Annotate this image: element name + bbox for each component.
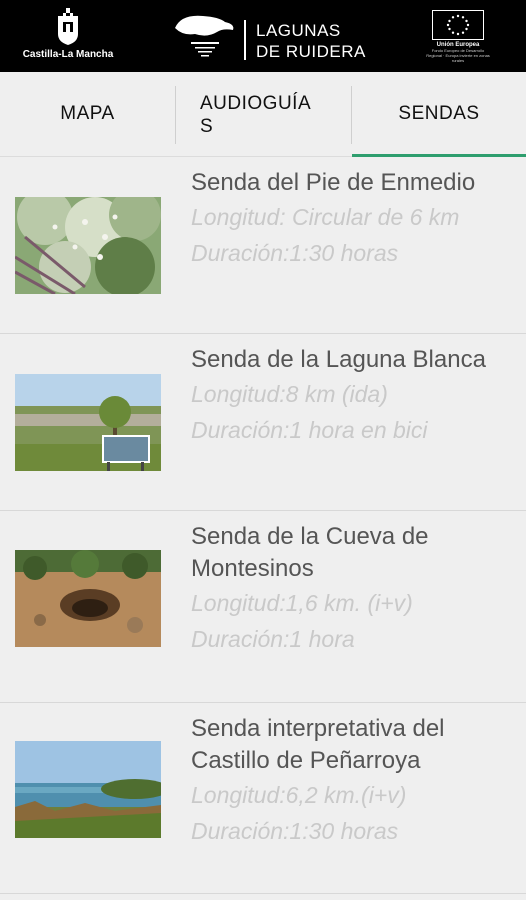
ruidera-emblem-icon	[173, 12, 237, 69]
item-length: Longitud:1,6 km. (i+v)	[191, 590, 413, 616]
tab-audioguias-label-line2: S	[200, 116, 214, 137]
title-line-1: LAGUNAS	[256, 21, 341, 40]
tab-bar: MAPA AUDIOGUÍA S SENDAS	[0, 72, 526, 157]
tab-mapa[interactable]: MAPA	[0, 72, 175, 156]
sendas-list: Senda del Pie de Enmedio Longitud: Circu…	[0, 157, 526, 894]
item-title: Senda de la Laguna Blanca	[191, 346, 486, 373]
list-item[interactable]: Senda del Pie de Enmedio Longitud: Circu…	[0, 157, 526, 334]
item-title: Senda de la Cueva de Montesinos	[191, 523, 429, 582]
header-divider	[244, 20, 246, 60]
flowering-shrub-photo	[15, 197, 161, 294]
item-text: Senda interpretativa del Castillo de Peñ…	[191, 713, 518, 849]
field-with-tree-and-sign-photo	[15, 374, 161, 471]
tab-audioguias-label-line1: AUDIOGUÍA	[200, 93, 312, 114]
castilla-la-mancha-text: Castilla-La Mancha	[22, 49, 114, 60]
item-title: Senda del Pie de Enmedio	[191, 169, 476, 196]
list-item[interactable]: Senda de la Cueva de Montesinos Longitud…	[0, 511, 526, 703]
item-text: Senda de la Laguna Blanca Longitud:8 km …	[191, 344, 518, 448]
item-duration: Duración:1 hora	[191, 626, 355, 652]
item-text: Senda de la Cueva de Montesinos Longitud…	[191, 521, 518, 657]
cave-entrance-photo	[15, 550, 161, 647]
lagunas-de-ruidera-title: LAGUNAS DE RUIDERA	[256, 20, 366, 62]
lake-with-vegetation-photo	[15, 741, 161, 838]
list-item[interactable]: Senda interpretativa del Castillo de Peñ…	[0, 703, 526, 894]
app-header: Castilla-La Mancha LAGUNAS DE RUIDERA Un…	[0, 0, 526, 72]
title-line-2: DE RUIDERA	[256, 42, 366, 61]
tab-audioguias[interactable]: AUDIOGUÍA S	[176, 72, 351, 156]
eu-logo: Unión Europea Fondo Europeo de Desarroll…	[424, 10, 492, 63]
eu-subtext: Fondo Europeo de Desarrollo Regional · E…	[426, 48, 490, 63]
item-length: Longitud: Circular de 6 km	[191, 204, 460, 230]
item-duration: Duración:1 hora en bici	[191, 417, 428, 443]
item-duration: Duración:1:30 horas	[191, 240, 399, 266]
tab-sendas[interactable]: SENDAS	[352, 72, 526, 156]
item-title: Senda interpretativa del Castillo de Peñ…	[191, 715, 445, 774]
item-duration: Duración:1:30 horas	[191, 818, 399, 844]
item-text: Senda del Pie de Enmedio Longitud: Circu…	[191, 167, 518, 271]
eu-flag-icon	[432, 10, 484, 40]
item-length: Longitud:8 km (ida)	[191, 381, 388, 407]
list-item[interactable]: Senda de la Laguna Blanca Longitud:8 km …	[0, 334, 526, 511]
coat-of-arms-icon	[58, 8, 78, 45]
item-length: Longitud:6,2 km.(i+v)	[191, 782, 407, 808]
castilla-la-mancha-logo: Castilla-La Mancha	[18, 8, 118, 60]
